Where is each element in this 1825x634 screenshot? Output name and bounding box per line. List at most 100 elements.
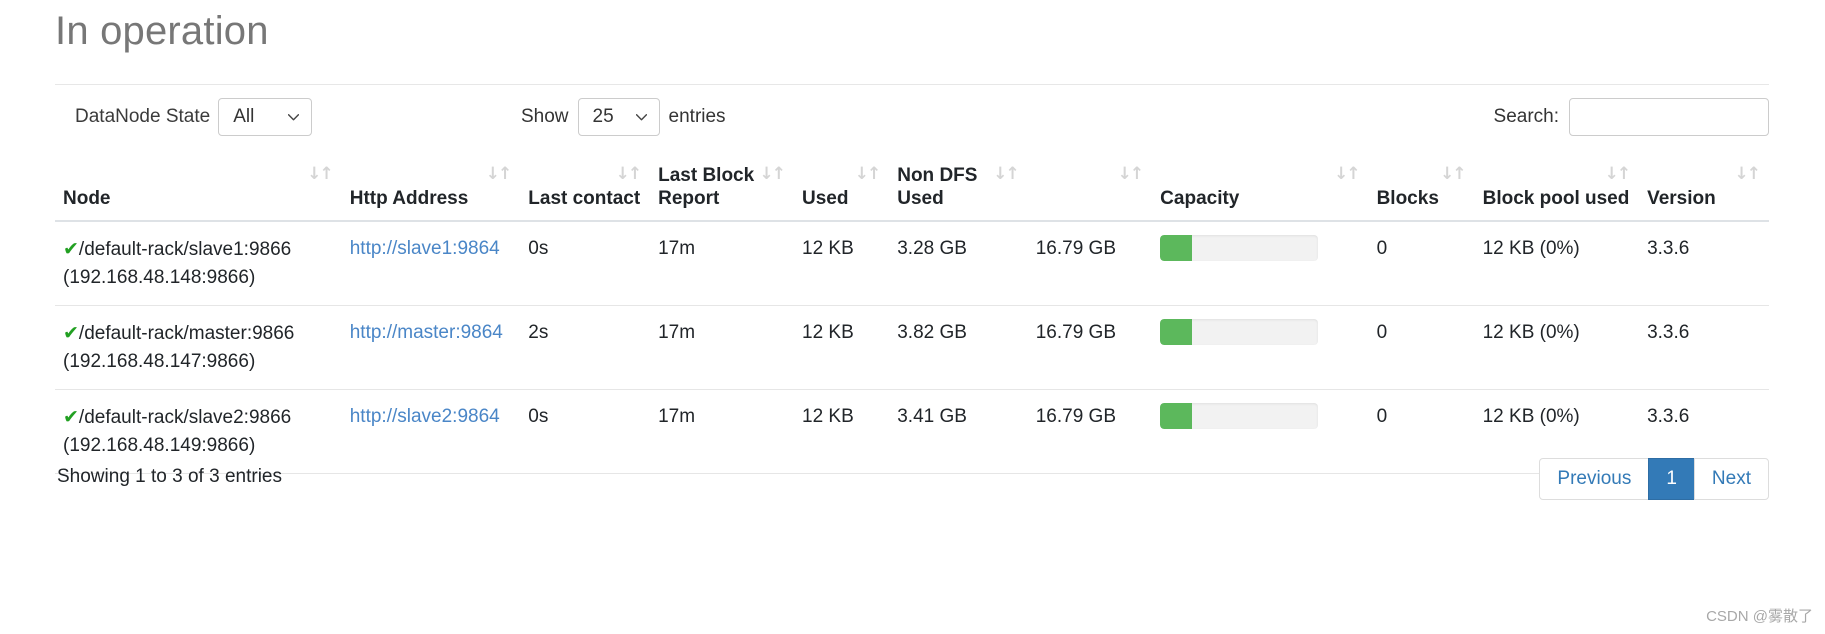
- cell-block-pool-used: 12 KB (0%): [1474, 221, 1640, 306]
- node-ip: (192.168.48.147:9866): [63, 351, 256, 372]
- pagination-next[interactable]: Next: [1693, 458, 1769, 500]
- chevron-down-icon: [288, 114, 300, 121]
- capacity-progress-track: [1160, 319, 1319, 345]
- col-header-http-address[interactable]: Http Address ↓↑: [341, 160, 521, 222]
- cell-blocks: 0: [1368, 305, 1475, 390]
- status-ok-icon: ✔: [63, 322, 79, 344]
- datanode-state-value: All: [233, 106, 255, 127]
- title-divider: [55, 84, 1769, 85]
- cell-last-block-report: 17m: [650, 221, 795, 306]
- capacity-progress-fill: [1160, 319, 1192, 345]
- sort-icon: ↓↑: [759, 164, 786, 184]
- table-body: ✔/default-rack/slave1:9866 (192.168.48.1…: [55, 221, 1769, 474]
- sort-icon: ↓↑: [993, 164, 1019, 184]
- cell-last-block-report: 17m: [650, 389, 795, 474]
- cell-http-address: http://slave1:9864: [341, 221, 521, 306]
- cell-node: ✔/default-rack/slave2:9866 (192.168.48.1…: [55, 389, 342, 474]
- sort-icon: ↓↑: [1117, 164, 1144, 184]
- cell-block-pool-used: 12 KB (0%): [1474, 305, 1640, 390]
- pagination-previous[interactable]: Previous: [1539, 458, 1650, 500]
- pagination-page-1[interactable]: 1: [1648, 458, 1695, 500]
- show-entries-group: Show 25 entries: [521, 98, 726, 136]
- show-label: Show: [521, 106, 569, 127]
- entries-select[interactable]: 25: [577, 98, 660, 136]
- cell-capacity-text: 16.79 GB: [1027, 389, 1153, 474]
- search-group: Search:: [1494, 98, 1769, 136]
- sort-icon: ↓↑: [1604, 164, 1631, 184]
- datanode-page: In operation DataNode State All Show 25 …: [0, 0, 1825, 634]
- col-header-last-contact[interactable]: Last contact ↓↑: [520, 160, 651, 222]
- http-address-link[interactable]: http://master:9864: [350, 322, 503, 343]
- cell-blocks: 0: [1368, 221, 1475, 306]
- capacity-progress-track: [1160, 403, 1319, 429]
- table-info: Showing 1 to 3 of 3 entries: [57, 466, 282, 487]
- cell-capacity-bar: [1152, 389, 1369, 474]
- datanode-state-group: DataNode State All: [75, 98, 313, 136]
- cell-capacity-bar: [1152, 221, 1369, 306]
- page-title: In operation: [55, 9, 269, 53]
- sort-icon: ↓↑: [485, 164, 512, 184]
- sort-icon: ↓↑: [1440, 164, 1466, 184]
- node-ip: (192.168.48.149:9866): [63, 435, 256, 456]
- datanode-state-select[interactable]: All: [218, 98, 313, 136]
- http-address-link[interactable]: http://slave2:9864: [350, 406, 500, 427]
- entries-value: 25: [592, 106, 614, 127]
- cell-used: 12 KB: [794, 221, 890, 306]
- sort-icon: ↓↑: [1334, 164, 1360, 184]
- col-header-spacer[interactable]: ↓↑: [1027, 160, 1153, 222]
- capacity-progress-fill: [1160, 403, 1192, 429]
- col-header-capacity[interactable]: Capacity ↓↑: [1152, 160, 1369, 222]
- sort-icon: ↓↑: [307, 164, 333, 184]
- cell-non-dfs-used: 3.82 GB: [889, 305, 1028, 390]
- search-input[interactable]: [1569, 98, 1769, 136]
- pagination: Previous 1 Next: [1539, 458, 1769, 500]
- status-ok-icon: ✔: [63, 406, 79, 428]
- cell-non-dfs-used: 3.41 GB: [889, 389, 1028, 474]
- cell-last-contact: 2s: [520, 305, 651, 390]
- cell-capacity-text: 16.79 GB: [1027, 221, 1153, 306]
- node-ip: (192.168.48.148:9866): [63, 267, 256, 288]
- http-address-link[interactable]: http://slave1:9864: [350, 238, 500, 259]
- col-header-last-block-report[interactable]: Last Block Report ↓↑: [650, 160, 795, 222]
- table-controls: DataNode State All Show 25 entries Searc…: [55, 98, 1769, 144]
- capacity-progress-track: [1160, 235, 1319, 261]
- entries-label: entries: [668, 106, 726, 127]
- datanodes-table: Node ↓↑ Http Address ↓↑ Last contact ↓↑ …: [55, 160, 1769, 474]
- cell-non-dfs-used: 3.28 GB: [889, 221, 1028, 306]
- cell-last-contact: 0s: [520, 221, 651, 306]
- col-header-block-pool-used[interactable]: Block pool used ↓↑: [1474, 160, 1640, 222]
- watermark: CSDN @雾散了: [1706, 608, 1813, 625]
- cell-http-address: http://slave2:9864: [341, 389, 521, 474]
- chevron-down-icon: [635, 114, 647, 121]
- sort-icon: ↓↑: [1734, 164, 1761, 184]
- cell-node: ✔/default-rack/master:9866 (192.168.48.1…: [55, 305, 342, 390]
- capacity-progress-fill: [1160, 235, 1192, 261]
- col-header-node[interactable]: Node ↓↑: [55, 160, 342, 222]
- status-ok-icon: ✔: [63, 238, 79, 260]
- node-name: /default-rack/master:9866: [78, 323, 295, 344]
- cell-used: 12 KB: [794, 305, 890, 390]
- col-header-used[interactable]: Used ↓↑: [794, 160, 890, 222]
- table-row: ✔/default-rack/master:9866 (192.168.48.1…: [55, 305, 1769, 390]
- cell-version: 3.3.6: [1639, 305, 1769, 390]
- cell-last-block-report: 17m: [650, 305, 795, 390]
- sort-icon: ↓↑: [854, 164, 881, 184]
- cell-node: ✔/default-rack/slave1:9866 (192.168.48.1…: [55, 221, 342, 306]
- node-name: /default-rack/slave1:9866: [78, 239, 292, 260]
- col-header-blocks[interactable]: Blocks ↓↑: [1368, 160, 1475, 222]
- cell-capacity-bar: [1152, 305, 1369, 390]
- cell-version: 3.3.6: [1639, 221, 1769, 306]
- cell-http-address: http://master:9864: [341, 305, 521, 390]
- cell-capacity-text: 16.79 GB: [1027, 305, 1153, 390]
- col-header-non-dfs-used[interactable]: Non DFS Used ↓↑: [889, 160, 1028, 222]
- col-header-version[interactable]: Version ↓↑: [1639, 160, 1769, 222]
- table-row: ✔/default-rack/slave2:9866 (192.168.48.1…: [55, 389, 1769, 474]
- cell-used: 12 KB: [794, 389, 890, 474]
- datanode-state-label: DataNode State: [75, 106, 211, 127]
- node-name: /default-rack/slave2:9866: [78, 407, 292, 428]
- cell-blocks: 0: [1368, 389, 1475, 474]
- sort-icon: ↓↑: [615, 164, 642, 184]
- search-label: Search:: [1493, 106, 1559, 127]
- table-row: ✔/default-rack/slave1:9866 (192.168.48.1…: [55, 221, 1769, 306]
- table-header-row: Node ↓↑ Http Address ↓↑ Last contact ↓↑ …: [55, 160, 1769, 222]
